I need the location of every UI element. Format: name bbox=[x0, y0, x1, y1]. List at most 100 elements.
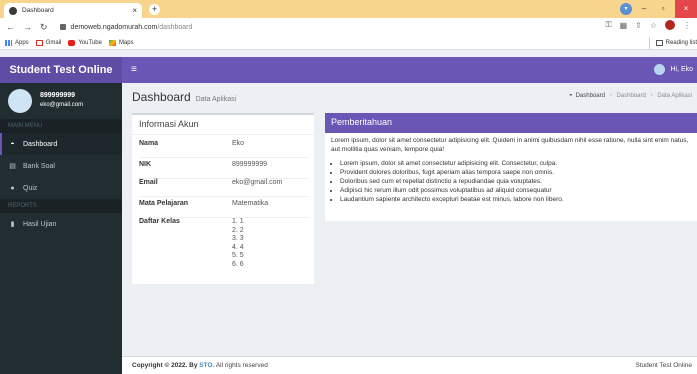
window-controls: ▾ – ▫ × bbox=[615, 0, 697, 18]
list-item: Lorem ipsum, dolor sit amet consectetur … bbox=[340, 159, 691, 168]
list-item: 3. 3 bbox=[232, 235, 244, 242]
key-icon[interactable]: ⚿ bbox=[605, 20, 611, 30]
url-path: /dashboard bbox=[157, 23, 193, 31]
sidebar-item-quiz[interactable]: ● Quiz bbox=[0, 177, 122, 199]
sidebar-item-bank-soal[interactable]: ▤ Bank Soal bbox=[0, 155, 122, 177]
nik-label: NIK bbox=[139, 161, 152, 168]
apps-grid-icon bbox=[5, 39, 12, 46]
profile-avatar[interactable] bbox=[665, 20, 675, 30]
breadcrumb-link-dashboard-2[interactable]: Dashboard bbox=[616, 93, 645, 99]
app-brand[interactable]: Student Test Online bbox=[0, 57, 122, 83]
address-bar: ← → ↻ demoweb.ngadomurah.com/dashboard ⚿… bbox=[0, 18, 697, 36]
bookmark-youtube[interactable]: YouTube bbox=[68, 39, 102, 46]
list-item: Adipisci hic rerum illum odit possimus v… bbox=[340, 186, 691, 195]
sidebar-user-email: eko@gmail.com bbox=[40, 102, 84, 108]
sidebar-header-reports: REPORTS bbox=[0, 199, 122, 213]
sidebar-header-main: MAIN MENU bbox=[0, 119, 122, 133]
dashboard-icon: ◓ bbox=[10, 140, 15, 148]
sidebar: 899999999 eko@gmail.com MAIN MENU ◓ Dash… bbox=[0, 83, 122, 374]
quiz-icon: ● bbox=[10, 184, 15, 192]
footer-app-name: Student Test Online bbox=[635, 362, 692, 369]
sidebar-item-label: Bank Soal bbox=[23, 162, 55, 170]
breadcrumb: ◓ Dashboard > Dashboard > Data Aplikasi bbox=[569, 93, 692, 99]
list-item: 6. 6 bbox=[232, 260, 244, 268]
back-icon[interactable]: ← bbox=[6, 22, 15, 32]
account-info-heading: Informasi Akun bbox=[132, 115, 314, 135]
bookmarks-bar: Apps Gmail YouTube Maps Reading list bbox=[0, 36, 697, 50]
footer-rights: All rights reserved bbox=[215, 362, 268, 369]
nama-value: Eko bbox=[232, 140, 245, 147]
menu-dots-icon[interactable]: ⋮ bbox=[683, 21, 691, 30]
info-row-nik: NIK 899999999 bbox=[139, 161, 309, 179]
nik-value: 899999999 bbox=[232, 161, 268, 168]
menu-toggle-icon[interactable]: ≡ bbox=[131, 64, 137, 75]
star-icon[interactable]: ☆ bbox=[650, 21, 657, 30]
sidebar-item-label: Quiz bbox=[23, 184, 38, 192]
tab-title: Dashboard bbox=[22, 7, 54, 14]
info-row-nama: Nama Eko bbox=[139, 140, 309, 158]
list-item: 1. 1 bbox=[232, 218, 244, 225]
sidebar-item-label: Dashboard bbox=[23, 140, 58, 148]
breadcrumb-separator: > bbox=[608, 93, 613, 99]
lock-icon bbox=[59, 24, 66, 30]
gmail-icon bbox=[35, 39, 43, 46]
url-field[interactable]: demoweb.ngadomurah.com/dashboard bbox=[71, 24, 193, 31]
bookmark-maps[interactable]: Maps bbox=[108, 39, 134, 46]
breadcrumb-link-dashboard[interactable]: Dashboard bbox=[576, 93, 605, 99]
new-tab-button[interactable]: + bbox=[149, 4, 160, 15]
window-close-button[interactable]: × bbox=[675, 0, 697, 18]
favicon-icon bbox=[9, 6, 17, 15]
report-icon: ▮ bbox=[10, 221, 15, 228]
notification-body: Lorem ipsum, dolor sit amet consectetur … bbox=[325, 133, 697, 208]
footer-copyright: Copyright © 2022. By bbox=[132, 362, 198, 369]
browser-tab-bar: Dashboard × + ▾ – ▫ × bbox=[0, 0, 697, 18]
notification-heading: Pemberitahuan bbox=[325, 113, 697, 133]
sidebar-item-dashboard[interactable]: ◓ Dashboard bbox=[0, 133, 122, 155]
list-item: Doloribus sed cum et repellat distinctio… bbox=[340, 177, 691, 186]
user-menu[interactable]: Hi, Eko bbox=[654, 64, 693, 75]
user-avatar bbox=[654, 64, 666, 75]
list-item: 4. 4 bbox=[232, 243, 244, 251]
maximize-button[interactable]: ▫ bbox=[656, 2, 670, 16]
maps-icon bbox=[108, 39, 116, 46]
list-item: 2. 2 bbox=[232, 226, 244, 234]
breadcrumb-separator: > bbox=[649, 93, 654, 99]
sidebar-user-name: 899999999 bbox=[40, 92, 76, 99]
reload-icon[interactable]: ↻ bbox=[40, 22, 48, 33]
share-icon[interactable]: ⇪ bbox=[635, 21, 642, 30]
tab-close-icon[interactable]: × bbox=[132, 6, 137, 15]
bookmark-gmail[interactable]: Gmail bbox=[35, 39, 61, 46]
notification-card: Pemberitahuan Lorem ipsum, dolor sit ame… bbox=[325, 113, 697, 221]
browser-tab-dashboard[interactable]: Dashboard × bbox=[4, 3, 142, 18]
content-header: Dashboard Data Aplikasi ◓ Dashboard > Da… bbox=[132, 90, 692, 106]
list-item: Provident dolores doloribus, fugit aperi… bbox=[340, 168, 691, 177]
user-panel: 899999999 eko@gmail.com bbox=[0, 83, 122, 119]
extension-icon[interactable]: ▦ bbox=[620, 21, 628, 30]
user-greeting: Hi, Eko bbox=[670, 66, 693, 73]
page-title: Dashboard bbox=[132, 90, 191, 104]
notification-paragraph: Lorem ipsum, dolor sit amet consectetur … bbox=[331, 137, 689, 153]
bookmark-apps[interactable]: Apps bbox=[5, 39, 29, 46]
footer-brand-link[interactable]: STO. bbox=[199, 362, 214, 369]
forward-icon[interactable]: → bbox=[23, 22, 32, 32]
bank-soal-icon: ▤ bbox=[9, 163, 16, 170]
list-item: 5. 5 bbox=[232, 252, 244, 259]
minimize-button[interactable]: – bbox=[637, 2, 651, 16]
toolbar-actions: ⚿ ▦ ⇪ ☆ ⋮ bbox=[597, 20, 691, 30]
page-subtitle: Data Aplikasi bbox=[195, 96, 237, 103]
reading-list-button[interactable]: Reading list bbox=[648, 37, 697, 49]
youtube-icon bbox=[68, 39, 76, 46]
reading-list-icon bbox=[655, 40, 663, 46]
nama-label: Nama bbox=[139, 140, 159, 147]
mapel-value: Matematika bbox=[232, 200, 269, 207]
sidebar-item-hasil-ujian[interactable]: ▮ Hasil Ujian bbox=[0, 213, 122, 235]
email-value: eko@gmail.com bbox=[232, 179, 283, 186]
info-row-email: Email eko@gmail.com bbox=[139, 179, 309, 197]
info-row-daftar-kelas: Daftar Kelas 1. 1 2. 2 3. 3 4. 4 5. 5 6.… bbox=[139, 218, 309, 276]
tab-search-icon[interactable]: ▾ bbox=[620, 3, 632, 15]
kelas-list: 1. 1 2. 2 3. 3 4. 4 5. 5 6. 6 bbox=[232, 218, 244, 269]
top-navbar: ≡ Hi, Eko bbox=[122, 57, 697, 83]
url-domain: demoweb.ngadomurah.com bbox=[70, 23, 158, 31]
breadcrumb-home-icon: ◓ bbox=[568, 93, 573, 99]
email-label: Email bbox=[139, 179, 158, 186]
